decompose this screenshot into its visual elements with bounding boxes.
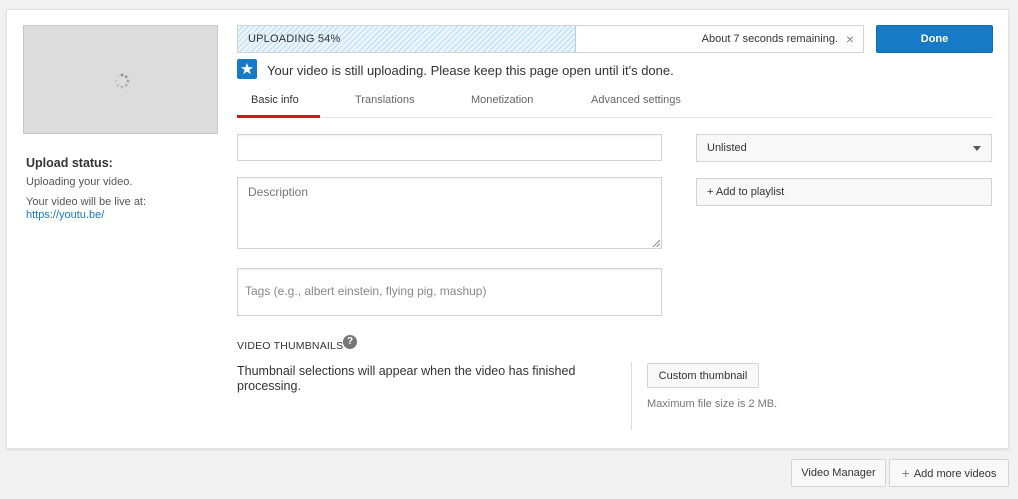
done-button[interactable]: Done <box>876 25 993 53</box>
tags-placeholder: Tags (e.g., albert einstein, flying pig,… <box>245 284 487 298</box>
privacy-select[interactable]: Unlisted <box>696 134 992 162</box>
video-manager-button[interactable]: Video Manager <box>791 459 886 487</box>
loading-spinner-icon <box>114 73 130 89</box>
star-icon <box>237 59 257 79</box>
upload-status-text: Uploading your video. <box>26 176 133 188</box>
progress-label: UPLOADING 54% <box>248 33 341 45</box>
caret-down-icon <box>973 146 981 151</box>
divider <box>631 362 632 430</box>
add-more-videos-label: Add more videos <box>913 468 997 480</box>
upload-status-title: Upload status: <box>26 156 113 170</box>
title-input[interactable] <box>237 134 662 161</box>
max-file-size-text: Maximum file size is 2 MB. <box>647 398 778 410</box>
plus-icon: + <box>901 465 910 481</box>
video-thumbnails-heading: VIDEO THUMBNAILS <box>237 340 344 352</box>
custom-thumbnail-button[interactable]: Custom thumbnail <box>647 363 759 388</box>
upload-notice: Your video is still uploading. Please ke… <box>267 63 674 78</box>
add-more-videos-button[interactable]: + Add more videos <box>889 459 1009 487</box>
active-tab-indicator <box>237 115 320 118</box>
add-to-playlist-label: + Add to playlist <box>707 186 785 198</box>
video-preview <box>23 25 218 134</box>
live-at-text: Your video will be live at: <box>26 196 147 208</box>
upload-progress-bar: UPLOADING 54% About 7 seconds remaining.… <box>237 25 864 53</box>
resize-grip-icon[interactable] <box>652 239 660 247</box>
tab-basic-info[interactable]: Basic info <box>251 94 299 106</box>
upload-card: Upload status: Uploading your video. You… <box>6 9 1009 449</box>
close-icon[interactable]: × <box>843 31 857 47</box>
tab-advanced-settings[interactable]: Advanced settings <box>591 94 681 106</box>
tab-translations[interactable]: Translations <box>355 94 415 106</box>
thumbnail-message: Thumbnail selections will appear when th… <box>237 364 576 393</box>
tab-monetization[interactable]: Monetization <box>471 94 533 106</box>
time-remaining: About 7 seconds remaining. <box>701 33 838 45</box>
description-placeholder: Description <box>248 185 309 199</box>
tab-bar: Basic info Translations Monetization Adv… <box>237 90 993 118</box>
help-icon[interactable]: ? <box>343 335 357 349</box>
privacy-value: Unlisted <box>707 142 747 154</box>
tags-input[interactable]: Tags (e.g., albert einstein, flying pig,… <box>237 268 662 316</box>
add-to-playlist-button[interactable]: + Add to playlist <box>696 178 992 206</box>
description-input[interactable]: Description <box>237 177 662 249</box>
video-link[interactable]: https://youtu.be/ <box>26 209 104 221</box>
